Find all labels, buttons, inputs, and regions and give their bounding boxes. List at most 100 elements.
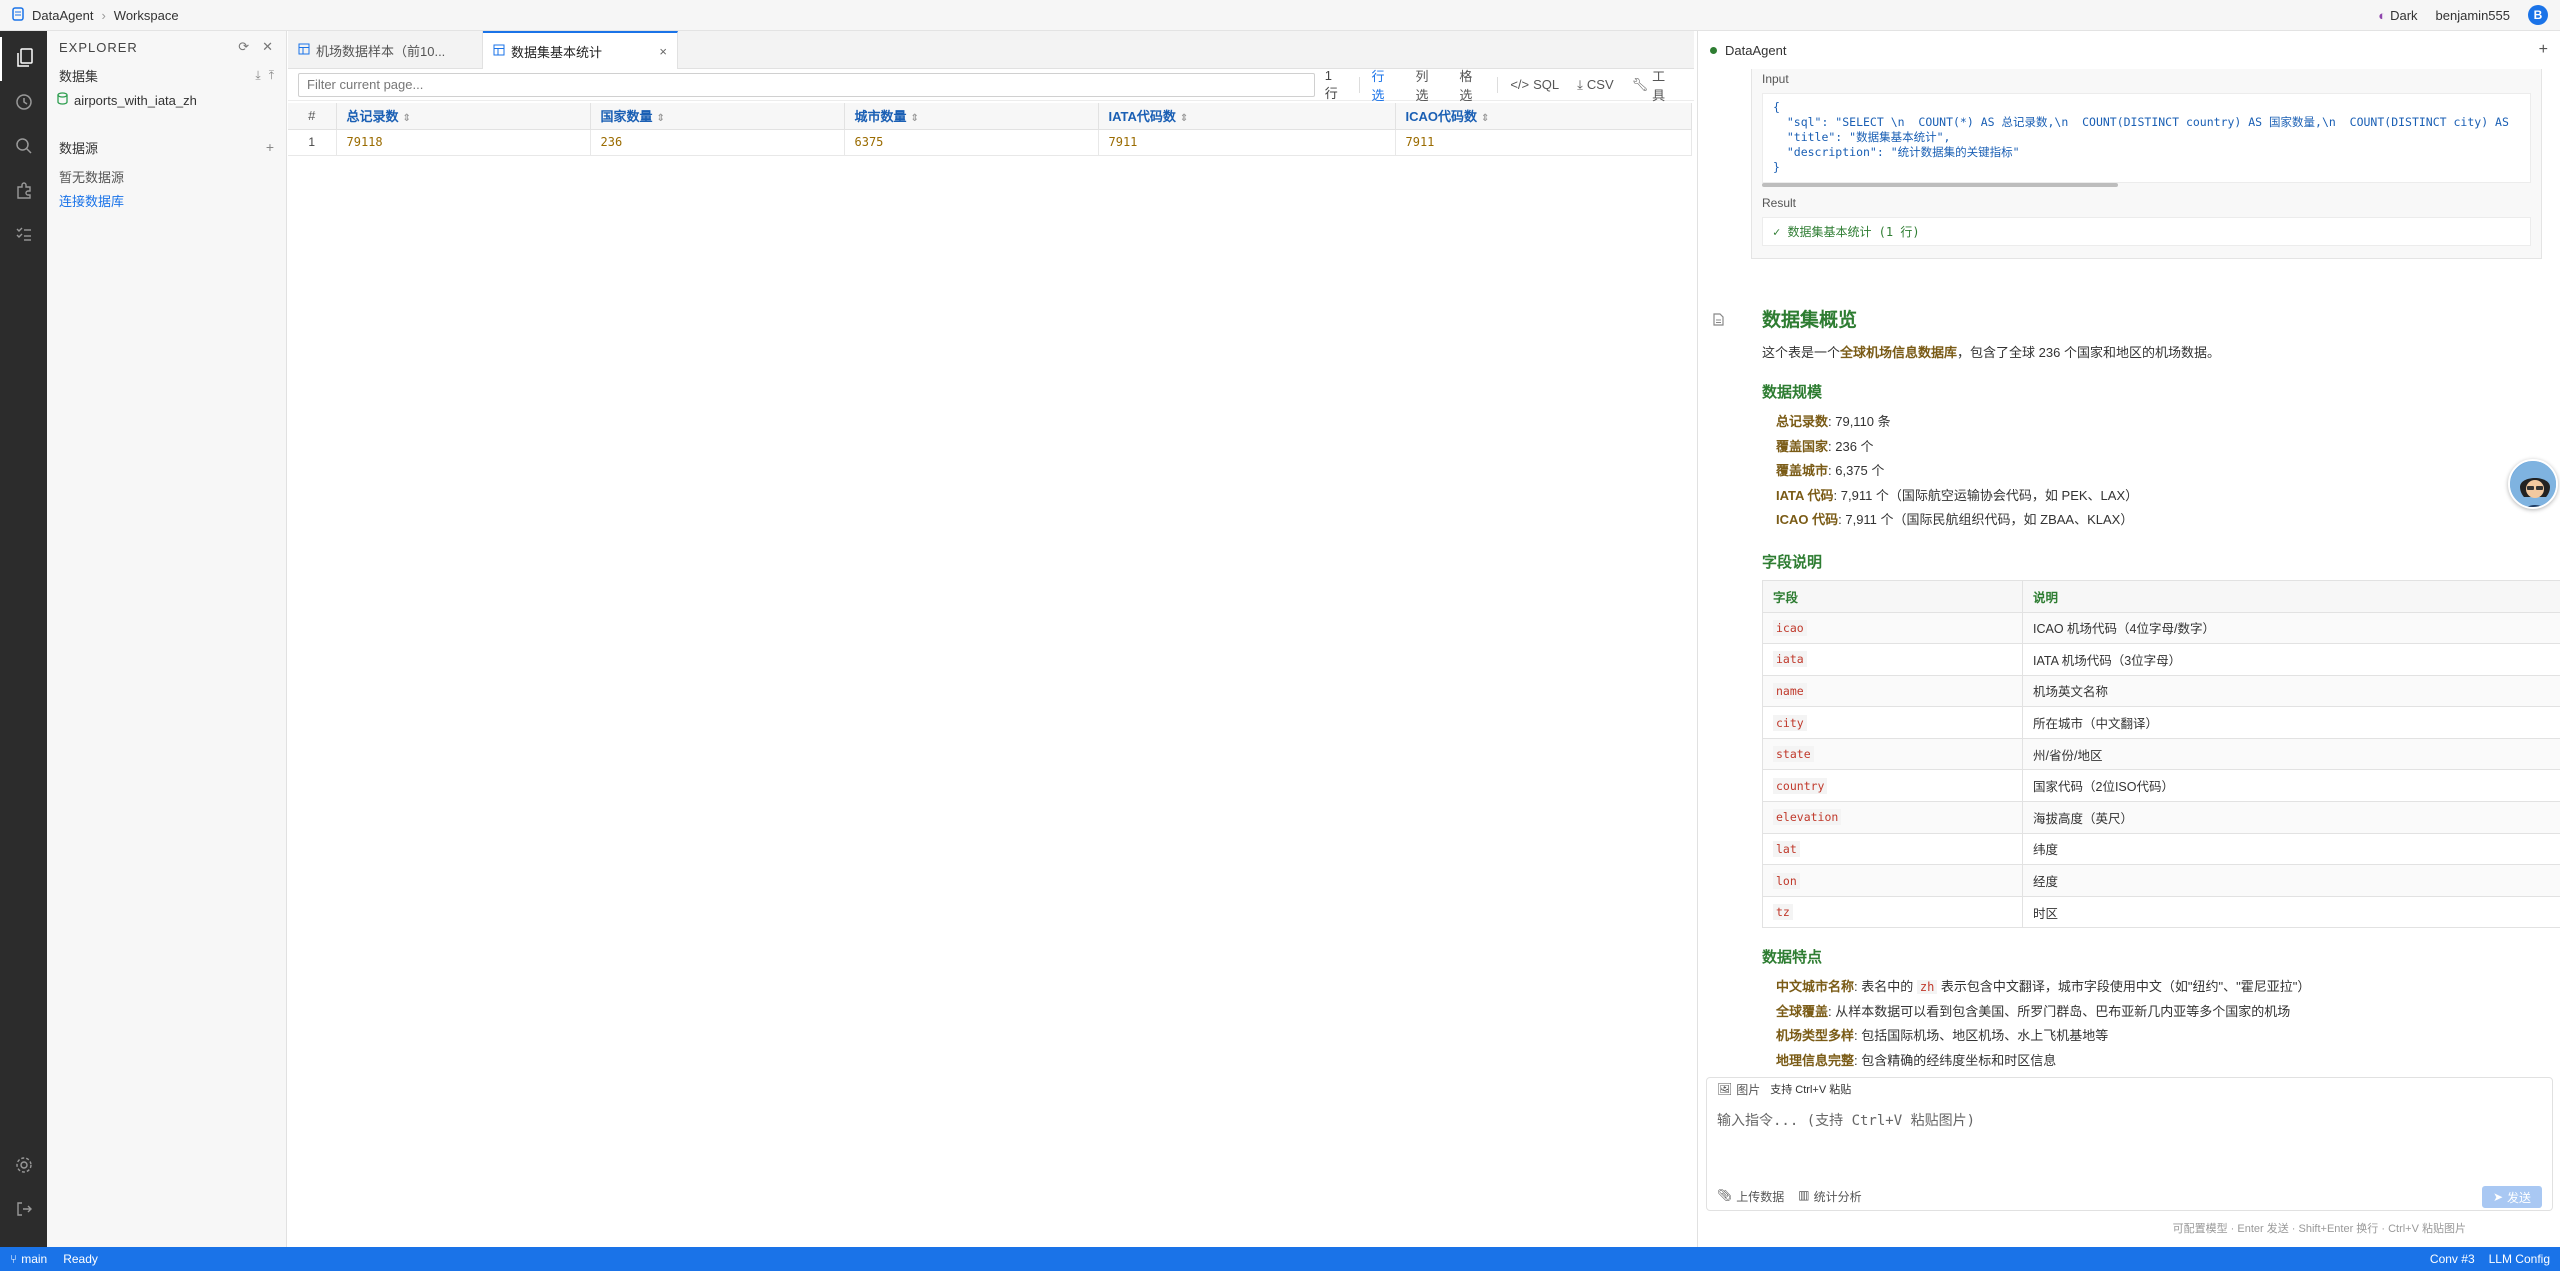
- column-header[interactable]: ICAO代码数 ⇕: [1395, 103, 1692, 130]
- table-row: tz 时区: [1762, 895, 2560, 929]
- sort-icon: ⇕: [656, 113, 665, 125]
- sort-icon: ⇕: [910, 113, 919, 125]
- grid-toolbar: 1 行 行选 列选 格选 </>SQL ⤓CSV 🔧︎工具: [288, 67, 1694, 103]
- extensions-activity-button[interactable]: [0, 169, 47, 213]
- puzzle-icon: [15, 181, 33, 202]
- tab-sample[interactable]: 机场数据样本（前10...: [288, 31, 483, 69]
- breadcrumb-workspace[interactable]: Workspace: [114, 8, 179, 23]
- send-button[interactable]: ➤ 发送: [2482, 1186, 2542, 1208]
- close-icon[interactable]: ✕: [262, 39, 274, 55]
- user-avatar[interactable]: B: [2528, 5, 2548, 25]
- send-icon: ➤: [2492, 1190, 2504, 1204]
- chat-input[interactable]: [1717, 1108, 2537, 1134]
- floating-assistant-avatar[interactable]: [2508, 459, 2558, 509]
- user-name[interactable]: benjamin555: [2436, 8, 2510, 23]
- refresh-icon[interactable]: ⟳: [238, 39, 250, 55]
- csv-button[interactable]: ⤓ CSV: [1571, 75, 1619, 95]
- result-grid: # 总记录数 ⇕ 国家数量 ⇕ 城市数量 ⇕ IATA代码数 ⇕ ICAO代码数 ⇕ 1 …: [288, 103, 1692, 156]
- tools-button[interactable]: 🔧︎ 工具: [1626, 64, 1684, 106]
- moon-icon: ◐: [2378, 7, 2387, 23]
- markdown-response: 数据集概览 这个表是一个全球机场信息数据库，包含了全球 236 个国家和地区的机…: [1740, 305, 2560, 1091]
- table-cell[interactable]: 6375: [844, 129, 1099, 156]
- tool-input-code: { "sql": "SELECT \n COUNT(*) AS 总记录数,\n …: [1762, 93, 2531, 183]
- logout-activity-button[interactable]: [0, 1188, 47, 1232]
- fields-table: 字段 说明 icao ICAO 机场代码（4位字母/数字） iata IATA 机场…: [1762, 579, 2560, 929]
- tab-basic-stats[interactable]: 数据集基本统计 ×: [483, 31, 678, 69]
- field-name: country: [1773, 777, 1828, 794]
- code-icon: </>: [1510, 77, 1530, 92]
- field-name: iata: [1773, 651, 1807, 668]
- llm-config-button[interactable]: LLM Config: [2489, 1252, 2550, 1266]
- theme-toggle[interactable]: ◐ Dark: [2378, 8, 2417, 23]
- input-label: Input: [1762, 72, 1789, 86]
- sources-section-header[interactable]: 数据源 +: [47, 135, 286, 159]
- download-icon: ⤓: [1577, 76, 1583, 92]
- table-cell[interactable]: 236: [590, 129, 845, 156]
- row-select-button[interactable]: 行选: [1366, 64, 1404, 106]
- fields-heading: 字段说明: [1762, 553, 1823, 571]
- explorer-activity-button[interactable]: [0, 37, 47, 81]
- table-cell[interactable]: 7911: [1395, 129, 1692, 156]
- toolbar-divider: [1497, 76, 1499, 93]
- settings-activity-button[interactable]: [0, 1144, 47, 1188]
- scale-heading: 数据规模: [1762, 384, 1823, 401]
- csv-label: CSV: [1586, 77, 1614, 92]
- column-header[interactable]: IATA代码数 ⇕: [1098, 103, 1396, 130]
- branch-icon: ⑂: [10, 1252, 18, 1266]
- agent-header: DataAgent +: [1698, 31, 2560, 69]
- list-item: 地理信息完整: 包含精确的经纬度坐标和时区信息: [1776, 1052, 2057, 1068]
- branch-indicator[interactable]: ⑂ main: [10, 1252, 47, 1266]
- cell-select-button[interactable]: 格选: [1453, 64, 1491, 106]
- history-activity-button[interactable]: [0, 81, 47, 125]
- composer-actions: 📎︎ 上传数据 ▥ 统计分析: [1717, 1188, 1862, 1205]
- table-row[interactable]: 1 79118 236 6375 7911 7911: [288, 129, 1692, 156]
- list-item: 总记录数: 79,110 条: [1776, 414, 1891, 429]
- conversation-scroll[interactable]: Input { "sql": "SELECT \n COUNT(*) AS 总记…: [1698, 69, 2560, 1107]
- row-count: 1 行: [1324, 67, 1338, 101]
- field-name: lon: [1773, 872, 1800, 889]
- tab-label: 机场数据样本（前10...: [316, 43, 446, 59]
- checklist-icon: [15, 225, 33, 246]
- code-horizontal-scrollbar[interactable]: [1762, 183, 2531, 187]
- field-desc: 国家代码（2位ISO代码）: [2022, 769, 2560, 803]
- fields-header-row: 字段 说明: [1762, 579, 2560, 613]
- column-select-button[interactable]: 列选: [1409, 64, 1447, 106]
- connect-database-link[interactable]: 连接数据库: [47, 189, 286, 211]
- upload-icon[interactable]: ⤒: [269, 68, 274, 83]
- table-cell[interactable]: 7911: [1098, 129, 1396, 156]
- sql-button[interactable]: </> SQL: [1504, 75, 1565, 94]
- tool-result[interactable]: ✓ 数据集基本统计 (1 行): [1762, 217, 2531, 246]
- sort-icon: ⇕: [1481, 113, 1490, 125]
- paste-hint: 支持 Ctrl+V 粘贴: [1770, 1084, 1852, 1096]
- upload-data-button[interactable]: 📎︎ 上传数据: [1717, 1188, 1784, 1205]
- stats-analysis-button[interactable]: ▥ 统计分析: [1798, 1188, 1861, 1205]
- editor-area: 机场数据样本（前10... 数据集基本统计 × 1 行 行选 列选 格选 </>…: [288, 31, 1694, 1247]
- list-item: 全球覆盖: 从样本数据可以看到包含美国、所罗门群岛、巴布亚新几内亚等多个国家的机…: [1776, 1003, 2291, 1019]
- datasets-section-header[interactable]: 数据集 ⤓ ⤒: [47, 63, 286, 87]
- tasks-activity-button[interactable]: [0, 213, 47, 257]
- filter-input[interactable]: [298, 72, 1315, 97]
- conversation-indicator[interactable]: Conv #3: [2430, 1252, 2475, 1266]
- column-header[interactable]: 总记录数 ⇕: [336, 103, 591, 130]
- add-source-icon[interactable]: +: [266, 139, 274, 155]
- wrench-icon: 🔧︎: [1631, 76, 1649, 92]
- table-cell[interactable]: 79118: [336, 129, 591, 156]
- new-chat-button[interactable]: +: [2539, 41, 2548, 59]
- dataset-item[interactable]: airports_with_iata_zh: [47, 87, 286, 113]
- column-header[interactable]: 城市数量 ⇕: [844, 103, 1099, 130]
- download-icon[interactable]: ⤓: [255, 68, 260, 83]
- message-composer: 🖼︎图片 支持 Ctrl+V 粘贴 📎︎上传数据 ▥统计分析 ➤发送: [1706, 1077, 2553, 1211]
- image-attach-button[interactable]: 🖼︎ 图片: [1717, 1081, 1760, 1098]
- column-header[interactable]: 国家数量 ⇕: [590, 103, 845, 130]
- app-logo-icon: [12, 6, 24, 24]
- row-number: 1: [288, 129, 337, 156]
- field-desc: 时区: [2022, 895, 2560, 929]
- explorer-header: EXPLORER ⟳ ✕: [47, 31, 286, 63]
- sql-label: SQL: [1533, 77, 1560, 92]
- list-item: 覆盖城市: 6,375 个: [1776, 463, 1885, 478]
- app-name[interactable]: DataAgent: [32, 8, 93, 23]
- tab-close-icon[interactable]: ×: [659, 44, 667, 59]
- search-activity-button[interactable]: [0, 125, 47, 169]
- status-text: Ready: [63, 1252, 98, 1266]
- document-icon: [1713, 313, 1724, 329]
